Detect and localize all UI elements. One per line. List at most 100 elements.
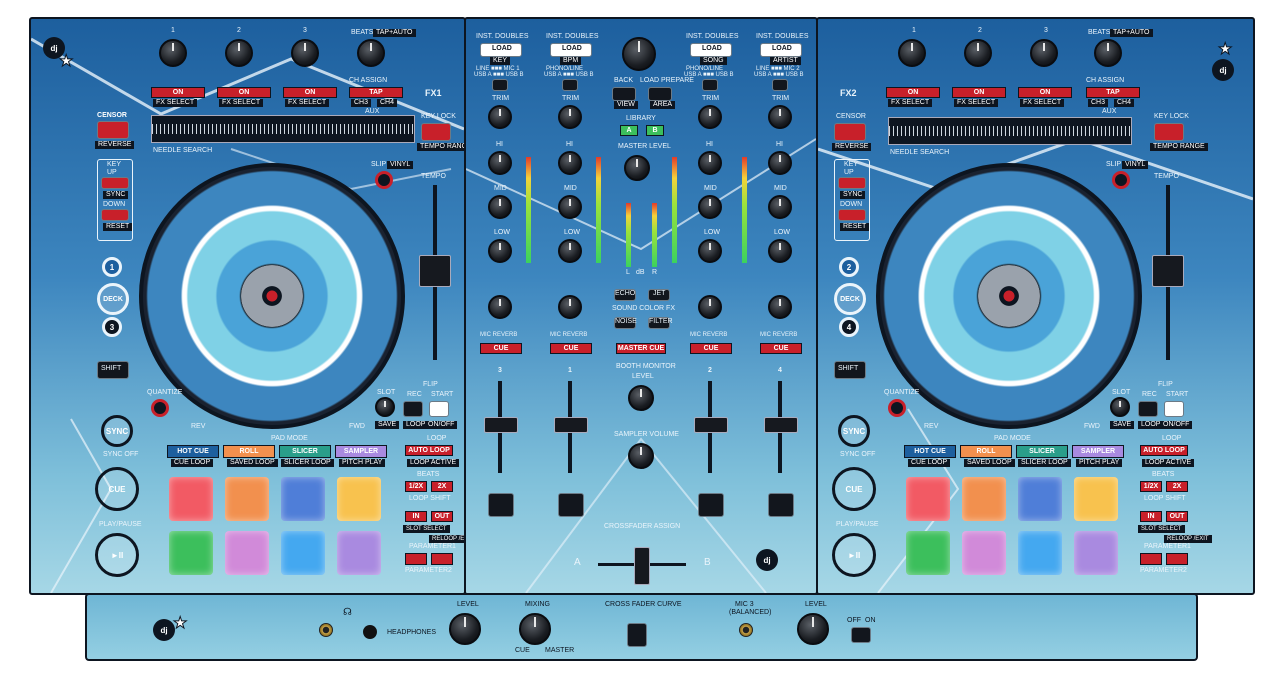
tap-button[interactable]: TAP [1086, 87, 1140, 98]
start-button[interactable] [429, 401, 449, 417]
mic3-level-knob[interactable] [797, 613, 829, 645]
pad-5[interactable] [169, 531, 213, 575]
channel-fader[interactable] [484, 417, 518, 433]
pad-1[interactable] [906, 477, 950, 521]
loop-in-button[interactable]: IN [405, 511, 427, 522]
deck-2-select-button[interactable]: 2 [839, 257, 859, 277]
hot-cue-mode-button[interactable]: HOT CUE [904, 445, 956, 458]
cue-button[interactable]: CUE [832, 467, 876, 511]
mic-on-off-switch[interactable] [851, 627, 871, 643]
fx-knob-2[interactable] [964, 39, 992, 67]
loop-out-button[interactable]: OUT [1166, 511, 1188, 522]
fx-on-button-1[interactable]: ON [151, 87, 205, 98]
pad-7[interactable] [281, 531, 325, 575]
input-switch[interactable] [492, 79, 508, 91]
browse-knob[interactable] [622, 37, 656, 71]
channel-cue-button[interactable]: CUE [690, 343, 732, 354]
color-fx-knob[interactable] [768, 295, 792, 319]
hot-cue-mode-button[interactable]: HOT CUE [167, 445, 219, 458]
pad-6[interactable] [962, 531, 1006, 575]
deck-1-select-button[interactable]: 1 [102, 257, 122, 277]
channel-cue-button[interactable]: CUE [550, 343, 592, 354]
color-fx-knob[interactable] [488, 295, 512, 319]
key-lock-button[interactable] [1154, 123, 1184, 141]
trim-knob[interactable] [698, 105, 722, 129]
tap-button[interactable]: TAP [349, 87, 403, 98]
pad-5[interactable] [906, 531, 950, 575]
fx-knob-2[interactable] [225, 39, 253, 67]
rec-button[interactable] [403, 401, 423, 417]
quantize-button[interactable] [888, 399, 906, 417]
color-fx-knob[interactable] [698, 295, 722, 319]
fx-knob-3[interactable] [1030, 39, 1058, 67]
sampler-mode-button[interactable]: SAMPLER [335, 445, 387, 458]
double-loop-button[interactable]: 2X [1166, 481, 1188, 492]
pad-7[interactable] [1018, 531, 1062, 575]
beats-knob[interactable] [357, 39, 385, 67]
channel-fader[interactable] [554, 417, 588, 433]
cue-button[interactable]: CUE [95, 467, 139, 511]
pad-8[interactable] [1074, 531, 1118, 575]
play-pause-button[interactable]: ►II [832, 533, 876, 577]
hi-knob[interactable] [768, 151, 792, 175]
sync-button[interactable]: SYNC [101, 415, 133, 447]
crossfader-assign-switch[interactable] [698, 493, 724, 517]
master-level-knob[interactable] [624, 155, 650, 181]
color-fx-knob[interactable] [558, 295, 582, 319]
sampler-volume-knob[interactable] [628, 443, 654, 469]
fx-on-button-2[interactable]: ON [217, 87, 271, 98]
library-a-button[interactable]: A [620, 125, 638, 136]
pad-6[interactable] [225, 531, 269, 575]
pad-2[interactable] [962, 477, 1006, 521]
crossfader-curve-switch[interactable] [627, 623, 647, 647]
low-knob[interactable] [698, 239, 722, 263]
loop-out-button[interactable]: OUT [431, 511, 453, 522]
key-down-button[interactable] [101, 209, 129, 221]
rec-button[interactable] [1138, 401, 1158, 417]
fx-knob-3[interactable] [291, 39, 319, 67]
pad-4[interactable] [337, 477, 381, 521]
headphone-mixing-knob[interactable] [519, 613, 551, 645]
deck-button[interactable]: DECK [97, 283, 129, 315]
parameter-right-button[interactable] [1166, 553, 1188, 565]
needle-search-strip[interactable] [888, 117, 1132, 145]
input-switch[interactable] [562, 79, 578, 91]
key-down-button[interactable] [838, 209, 866, 221]
deck-3-select-button[interactable]: 3 [102, 317, 122, 337]
load-prepare-button[interactable] [648, 87, 672, 101]
play-pause-button[interactable]: ►II [95, 533, 139, 577]
back-button[interactable] [612, 87, 636, 101]
half-loop-button[interactable]: 1/2X [1140, 481, 1162, 492]
hi-knob[interactable] [558, 151, 582, 175]
fx-on-button-1[interactable]: ON [886, 87, 940, 98]
slot-knob[interactable] [1110, 397, 1130, 417]
key-lock-button[interactable] [421, 123, 451, 141]
parameter-right-button[interactable] [431, 553, 453, 565]
channel-cue-button[interactable]: CUE [760, 343, 802, 354]
master-cue-button[interactable]: MASTER CUE [616, 343, 666, 354]
tempo-fader[interactable] [1152, 255, 1184, 287]
hi-knob[interactable] [698, 151, 722, 175]
library-b-button[interactable]: B [646, 125, 664, 136]
censor-button[interactable] [97, 121, 129, 139]
booth-monitor-knob[interactable] [628, 385, 654, 411]
crossfader-assign-switch[interactable] [488, 493, 514, 517]
channel-cue-button[interactable]: CUE [480, 343, 522, 354]
headphone-level-knob[interactable] [449, 613, 481, 645]
pad-4[interactable] [1074, 477, 1118, 521]
pad-1[interactable] [169, 477, 213, 521]
input-switch[interactable] [702, 79, 718, 91]
vinyl-button[interactable] [375, 171, 393, 189]
low-knob[interactable] [488, 239, 512, 263]
needle-search-strip[interactable] [151, 115, 415, 143]
key-up-button[interactable] [838, 177, 866, 189]
fx-knob-1[interactable] [159, 39, 187, 67]
censor-button[interactable] [834, 123, 866, 141]
double-loop-button[interactable]: 2X [431, 481, 453, 492]
slicer-mode-button[interactable]: SLICER [1016, 445, 1068, 458]
trim-knob[interactable] [558, 105, 582, 129]
crossfader-assign-switch[interactable] [768, 493, 794, 517]
auto-loop-button[interactable]: AUTO LOOP [405, 445, 453, 456]
tempo-fader[interactable] [419, 255, 451, 287]
vinyl-button[interactable] [1112, 171, 1130, 189]
